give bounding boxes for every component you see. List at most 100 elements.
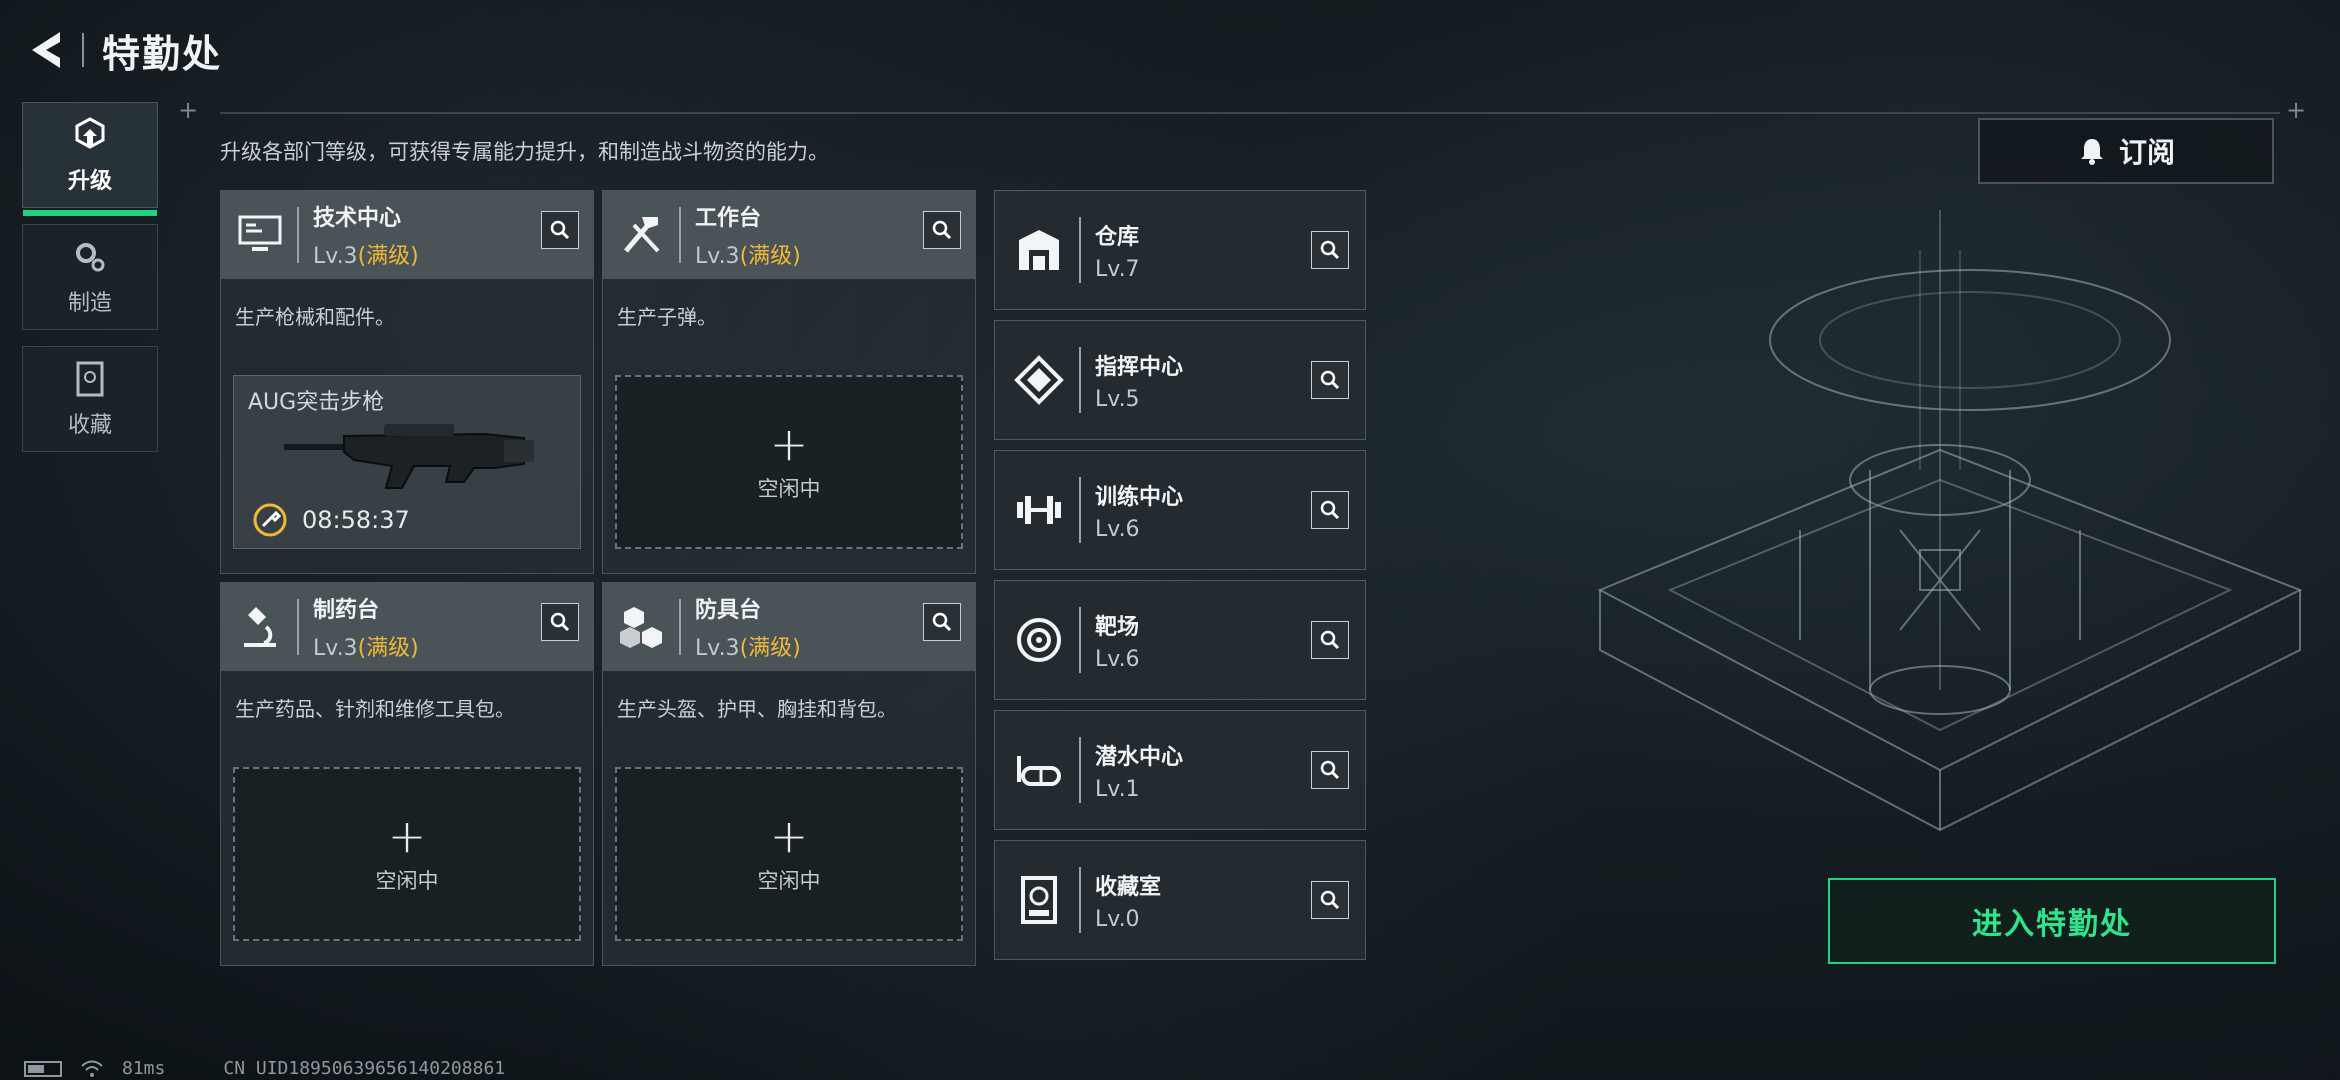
vault-icon	[1011, 872, 1067, 928]
plus-icon: +	[387, 809, 427, 863]
card-separator	[297, 207, 299, 263]
card-name: 收藏室	[1095, 874, 1162, 900]
search-icon	[1320, 240, 1340, 260]
search-button[interactable]	[1311, 361, 1349, 399]
card-titles: 制药台 Lv.3(满级)	[313, 592, 419, 662]
card-description: 生产头盔、护甲、胸挂和背包。	[617, 697, 897, 721]
card-name: 靶场	[1095, 614, 1140, 640]
monitor-icon	[235, 210, 285, 260]
card-level: Lv.3(满级)	[695, 630, 801, 662]
card-level: Lv.1	[1095, 776, 1140, 802]
card-level: Lv.6	[1095, 516, 1140, 542]
back-arrow-icon	[32, 32, 60, 68]
description: 升级各部门等级，可获得专属能力提升，和制造战斗物资的能力。	[220, 140, 829, 164]
dumbbell-icon	[1011, 482, 1067, 538]
card-separator	[1079, 607, 1081, 673]
wifi-icon	[81, 1060, 103, 1077]
search-button[interactable]	[923, 603, 961, 641]
card-titles: 靶场 Lv.6	[1095, 609, 1140, 672]
bell-icon	[2080, 139, 2103, 165]
search-button[interactable]	[923, 211, 961, 249]
search-button[interactable]	[1311, 621, 1349, 659]
search-icon	[1320, 500, 1340, 520]
card-titles: 训练中心 Lv.6	[1095, 479, 1183, 542]
card-name: 技术中心	[313, 206, 402, 231]
plus-icon: +	[769, 809, 809, 863]
card-header: 技术中心 Lv.3(满级)	[221, 191, 593, 279]
card-warehouse[interactable]: 仓库 Lv.7	[994, 190, 1366, 310]
max-level-badge: (满级)	[357, 636, 419, 661]
search-icon	[1320, 760, 1340, 780]
search-icon	[550, 220, 570, 240]
subscribe-label: 订阅	[2118, 136, 2175, 169]
enter-button-label: 进入特勤处	[1972, 907, 2132, 942]
card-titles: 技术中心 Lv.3(满级)	[313, 200, 419, 270]
boxes-icon	[617, 602, 667, 652]
card-level: Lv.0	[1095, 906, 1140, 932]
empty-slot[interactable]: + 空闲中	[615, 767, 963, 941]
card-description: 生产子弹。	[617, 305, 717, 329]
back-button[interactable]	[22, 22, 70, 78]
ping-text: 81ms	[122, 1058, 166, 1079]
card-diving-center[interactable]: 潜水中心 Lv.1	[994, 710, 1366, 830]
search-icon	[932, 612, 952, 632]
side-tabs: 升级 制造 收藏	[22, 102, 158, 468]
empty-slot[interactable]: + 空闲中	[615, 375, 963, 549]
microscope-icon	[235, 602, 285, 652]
special-ops-building-illustration	[1597, 210, 2303, 832]
search-button[interactable]	[541, 211, 579, 249]
card-shooting-range[interactable]: 靶场 Lv.6	[994, 580, 1366, 700]
top-rule	[220, 112, 2280, 114]
level-text: Lv.3	[695, 636, 740, 661]
card-header: 制药台 Lv.3(满级)	[221, 583, 593, 671]
search-icon	[1320, 630, 1340, 650]
page-title: 特勤处	[102, 31, 223, 76]
card-separator	[679, 207, 681, 263]
card-header: 工作台 Lv.3(满级)	[603, 191, 975, 279]
card-level: Lv.6	[1095, 646, 1140, 672]
card-name: 工作台	[695, 206, 762, 231]
tab-craft[interactable]: 制造	[22, 224, 158, 330]
card-titles: 工作台 Lv.3(满级)	[695, 200, 801, 270]
max-level-badge: (满级)	[739, 244, 801, 269]
corner-plus: +	[2286, 96, 2307, 124]
level-text: Lv.3	[695, 244, 740, 269]
card-workbench[interactable]: 工作台 Lv.3(满级) 生产子弹。 + 空闲中	[602, 190, 976, 574]
card-titles: 防具台 Lv.3(满级)	[695, 592, 801, 662]
corner-plus: +	[178, 96, 199, 124]
uid-text: CN UID18950639656140208861	[223, 1058, 506, 1079]
diving-mask-icon	[1011, 742, 1067, 798]
card-tech-center[interactable]: 技术中心 Lv.3(满级) 生产枪械和配件。 AUG突击步枪 08:58:37	[220, 190, 594, 574]
card-training-center[interactable]: 训练中心 Lv.6	[994, 450, 1366, 570]
empty-slot[interactable]: + 空闲中	[233, 767, 581, 941]
search-button[interactable]	[541, 603, 579, 641]
crafting-slot[interactable]: AUG突击步枪 08:58:37	[233, 375, 581, 549]
wrench-timer-icon	[253, 503, 287, 537]
search-button[interactable]	[1311, 491, 1349, 529]
card-collection-room[interactable]: 收藏室 Lv.0	[994, 840, 1366, 960]
card-separator	[1079, 737, 1081, 803]
card-titles: 潜水中心 Lv.1	[1095, 739, 1183, 802]
header-divider	[82, 33, 84, 67]
search-button[interactable]	[1311, 881, 1349, 919]
card-pharmacy[interactable]: 制药台 Lv.3(满级) 生产药品、针剂和维修工具包。 + 空闲中	[220, 582, 594, 966]
search-button[interactable]	[1311, 231, 1349, 269]
enter-special-ops-button[interactable]: 进入特勤处	[1828, 878, 2276, 964]
card-level: Lv.7	[1095, 256, 1140, 282]
card-titles: 仓库 Lv.7	[1095, 219, 1140, 282]
card-name: 训练中心	[1095, 484, 1184, 510]
card-command-center[interactable]: 指挥中心 Lv.5	[994, 320, 1366, 440]
level-text: Lv.3	[313, 244, 358, 269]
tab-craft-label: 制造	[67, 291, 112, 316]
tab-collection[interactable]: 收藏	[22, 346, 158, 452]
card-armor-bench[interactable]: 防具台 Lv.3(满级) 生产头盔、护甲、胸挂和背包。 + 空闲中	[602, 582, 976, 966]
tab-upgrade[interactable]: 升级	[22, 102, 158, 216]
card-separator	[297, 599, 299, 655]
card-name: 指挥中心	[1095, 354, 1184, 380]
status-bar: 81ms CN UID18950639656140208861	[24, 1058, 505, 1079]
search-button[interactable]	[1311, 751, 1349, 789]
card-name: 防具台	[695, 598, 762, 623]
slot-status: 空闲中	[757, 869, 821, 893]
card-level: Lv.3(满级)	[695, 238, 801, 270]
command-icon	[1011, 352, 1067, 408]
